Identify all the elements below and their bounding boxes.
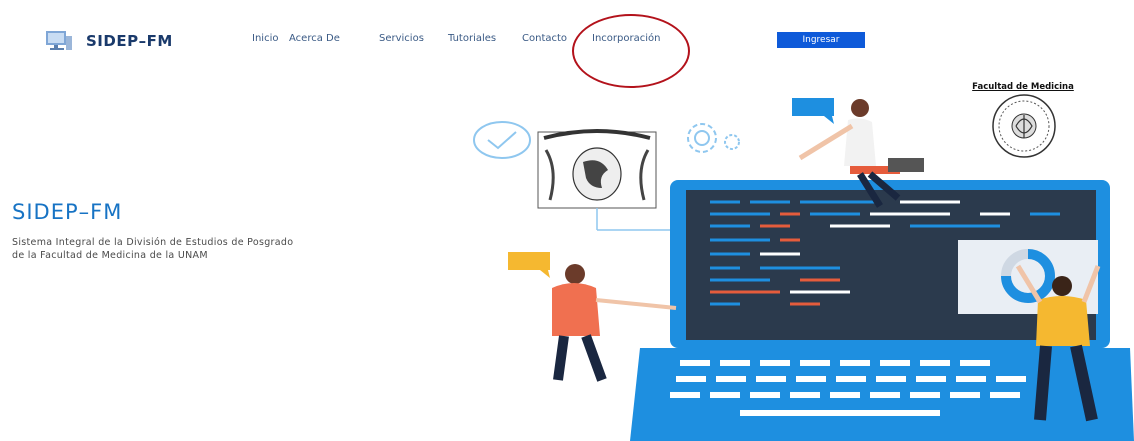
gear-icon: [687, 123, 740, 153]
hero-title: SIDEP–FM: [12, 200, 123, 224]
nav-tutoriales[interactable]: Tutoriales: [448, 33, 496, 44]
nav-links: Inicio Acerca De Servicios Tutoriales Co…: [0, 33, 1134, 49]
chat-bubble-blue-icon: [792, 98, 834, 116]
nav-inicio[interactable]: Inicio: [252, 33, 278, 44]
red-highlight-circle: [572, 14, 690, 88]
hero-subtitle-line-1: Sistema Integral de la División de Estud…: [12, 237, 294, 248]
hero-subtitle: Sistema Integral de la División de Estud…: [12, 236, 293, 262]
nav-acerca-de[interactable]: Acerca De: [289, 33, 340, 44]
nav-servicios[interactable]: Servicios: [379, 33, 424, 44]
top-navbar: SIDEP–FM Inicio Acerca De Servicios Tuto…: [0, 0, 1134, 88]
nav-contacto[interactable]: Contacto: [522, 33, 567, 44]
check-circle-icon: [473, 121, 531, 159]
hero-subtitle-line-2: de la Facultad de Medicina de la UNAM: [12, 250, 208, 261]
unam-seal: [537, 129, 690, 231]
login-button[interactable]: Ingresar: [777, 32, 865, 48]
hero-illustration: [473, 98, 1134, 441]
chat-bubble-yellow-icon: [508, 252, 550, 270]
